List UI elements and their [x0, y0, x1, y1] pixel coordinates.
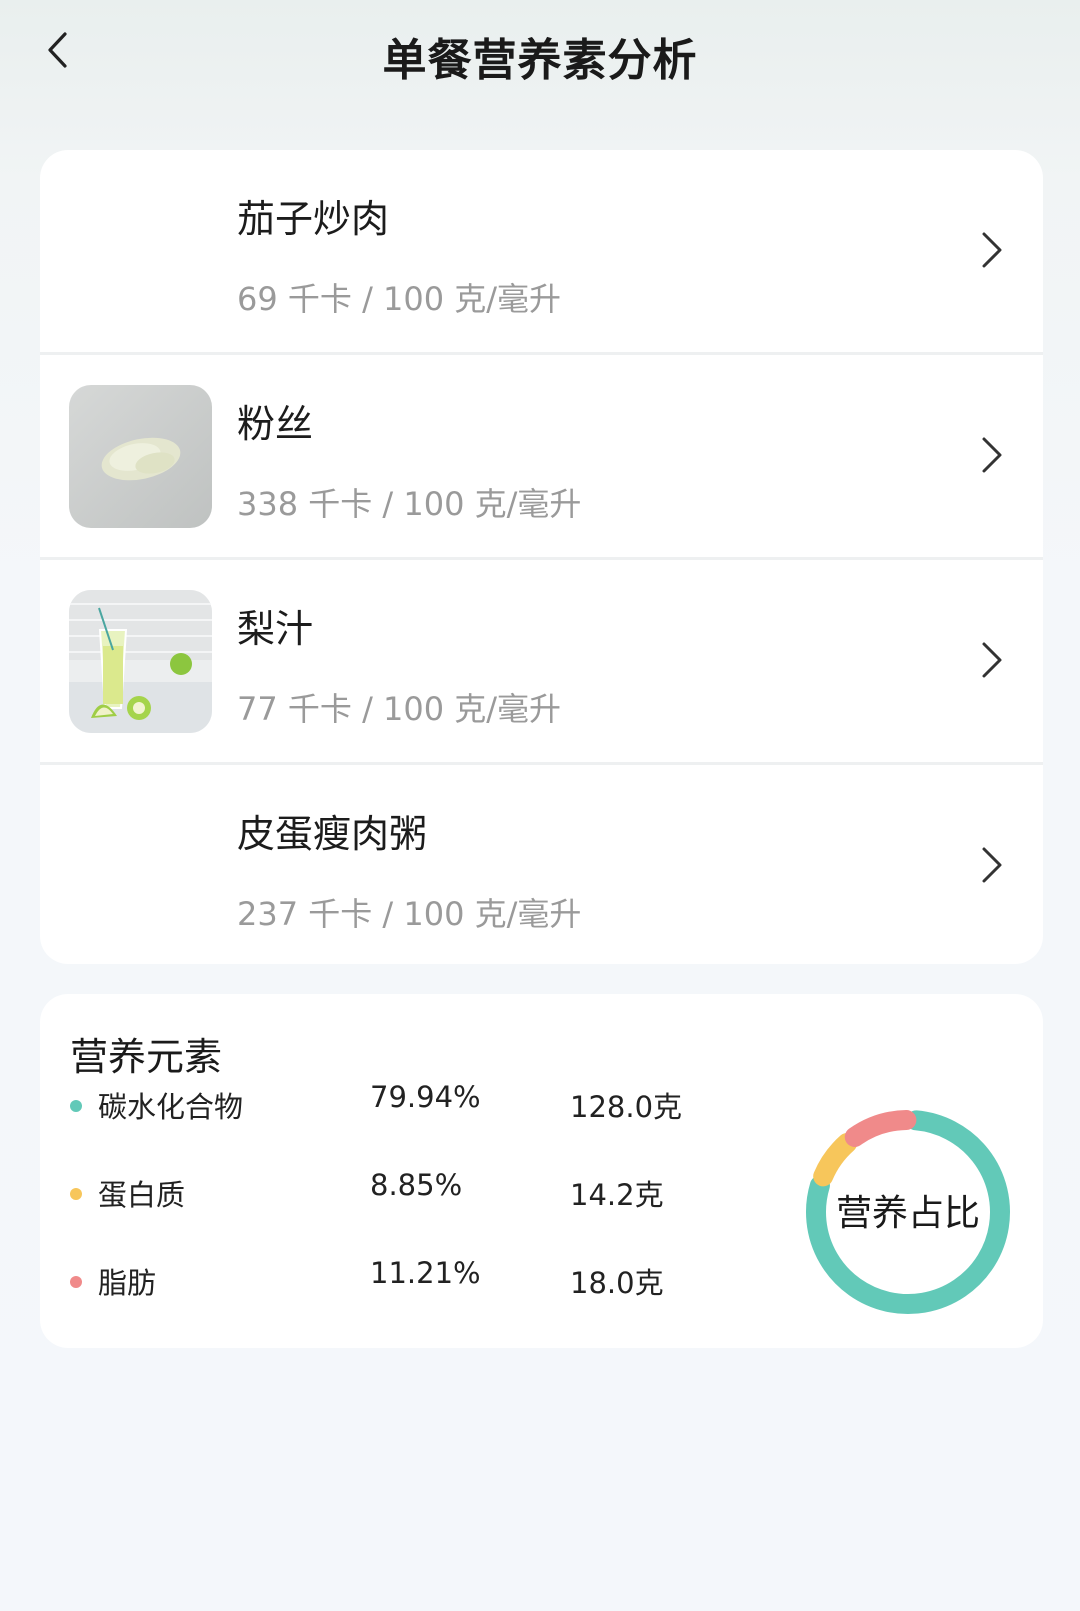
food-calories: 237 千卡 / 100 克/毫升 [237, 895, 582, 933]
food-calories: 338 千卡 / 100 克/毫升 [237, 485, 582, 523]
food-list-card: 茄子炒肉 69 千卡 / 100 克/毫升 粉丝 338 千卡 / 100 克/… [40, 150, 1043, 964]
protein-dot-icon [70, 1188, 82, 1200]
nutrient-name: 蛋白质 [98, 1178, 186, 1212]
food-item-vermicelli[interactable]: 粉丝 338 千卡 / 100 克/毫升 [40, 355, 1043, 557]
nutrient-name: 碳水化合物 [98, 1090, 244, 1124]
food-item-eggplant-pork[interactable]: 茄子炒肉 69 千卡 / 100 克/毫升 [40, 150, 1043, 352]
nutrient-row-protein: 蛋白质 8.85% 14.2克 [40, 1168, 760, 1212]
nutrition-title: 营养元素 [70, 1035, 223, 1079]
nutrient-amount: 128.0克 [570, 1090, 683, 1124]
nutrient-row-fat: 脂肪 11.21% 18.0克 [40, 1256, 760, 1300]
page-title: 单餐营养素分析 [382, 35, 698, 86]
pear-juice-photo [69, 590, 212, 733]
header: 单餐营养素分析 [0, 0, 1080, 110]
food-item-pear-juice[interactable]: 梨汁 77 千卡 / 100 克/毫升 [40, 560, 1043, 762]
nutrient-name: 脂肪 [98, 1266, 157, 1300]
chevron-right-icon [982, 642, 1002, 678]
food-name: 皮蛋瘦肉粥 [237, 812, 428, 856]
nutrition-card: 营养元素 碳水化合物 79.94% 128.0克 蛋白质 8.85% 14.2克… [40, 994, 1043, 1348]
nutrient-percent: 79.94% [370, 1080, 481, 1114]
food-name: 梨汁 [237, 607, 314, 651]
chevron-right-icon [982, 437, 1002, 473]
nutrient-amount: 14.2克 [570, 1178, 664, 1212]
nutrient-amount: 18.0克 [570, 1266, 664, 1300]
ring-segment-fat [844, 1110, 917, 1147]
food-calories: 77 千卡 / 100 克/毫升 [237, 690, 562, 728]
fat-dot-icon [70, 1276, 82, 1288]
food-calories: 69 千卡 / 100 克/毫升 [237, 280, 562, 318]
food-name: 粉丝 [237, 402, 314, 446]
food-name: 茄子炒肉 [237, 197, 390, 241]
nutrient-percent: 11.21% [370, 1256, 481, 1290]
chevron-right-icon [982, 847, 1002, 883]
carbs-dot-icon [70, 1100, 82, 1112]
nutrient-row-carbs: 碳水化合物 79.94% 128.0克 [40, 1080, 760, 1124]
food-item-century-egg-congee[interactable]: 皮蛋瘦肉粥 237 千卡 / 100 克/毫升 [40, 765, 1043, 964]
ring-label: 营养占比 [835, 1193, 980, 1234]
nutrient-percent: 8.85% [370, 1168, 463, 1202]
vermicelli-photo [69, 385, 212, 528]
chevron-right-icon [982, 232, 1002, 268]
ring-segment-protein [813, 1132, 858, 1187]
nutrition-ring-chart: 营养占比 [798, 1102, 1018, 1322]
